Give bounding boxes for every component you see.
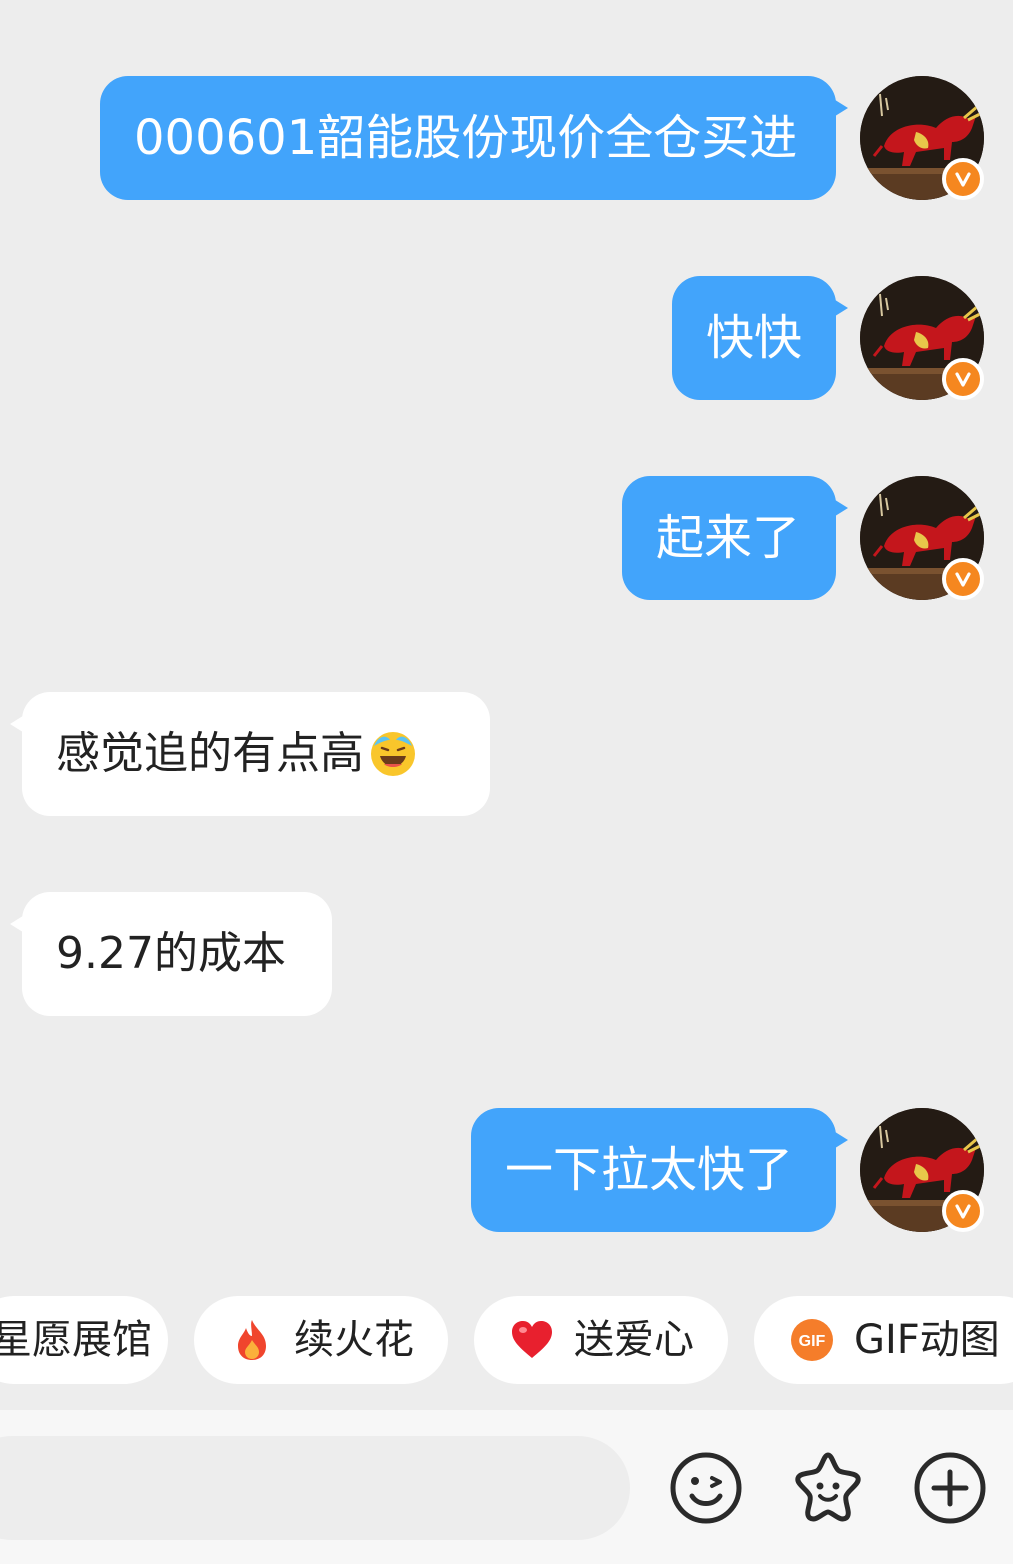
wish-gallery-chip[interactable]: 星愿展馆 xyxy=(0,1296,168,1384)
verified-badge-icon xyxy=(942,1190,984,1232)
outgoing-message[interactable]: 一下拉太快了 xyxy=(471,1108,848,1232)
verified-badge-icon xyxy=(942,558,984,600)
more-button[interactable] xyxy=(912,1450,988,1526)
chip-label: GIF动图 xyxy=(854,1317,1000,1363)
verified-badge-icon xyxy=(942,358,984,400)
outgoing-message[interactable]: 起来了 xyxy=(622,476,848,600)
fire-icon xyxy=(238,1320,266,1360)
message-text: 9.27的成本 xyxy=(56,928,286,979)
message-input[interactable] xyxy=(0,1436,630,1540)
outgoing-message[interactable]: 000601韶能股份现价全仓买进 xyxy=(100,76,848,200)
message-text: 一下拉太快了 xyxy=(505,1142,794,1198)
message-text: 000601韶能股份现价全仓买进 xyxy=(134,110,798,166)
incoming-message[interactable]: 9.27的成本 xyxy=(10,892,332,1016)
chip-label: 星愿展馆 xyxy=(0,1317,152,1363)
chip-label: 续火花 xyxy=(294,1317,414,1363)
gif-icon: GIF xyxy=(791,1319,833,1361)
send-heart-chip[interactable]: 送爱心 xyxy=(474,1296,728,1384)
avatar[interactable] xyxy=(860,76,984,200)
incoming-message[interactable]: 感觉追的有点高 xyxy=(10,692,490,816)
message-text: 起来了 xyxy=(656,510,801,566)
avatar[interactable] xyxy=(860,276,984,400)
continue-spark-chip[interactable]: 续火花 xyxy=(194,1296,448,1384)
message-text: 快快 xyxy=(706,310,803,366)
emoji-icon xyxy=(670,1452,742,1524)
emoji-button[interactable] xyxy=(668,1450,744,1526)
laughing-tears-emoji-icon xyxy=(371,732,415,776)
sticker-icon xyxy=(795,1452,861,1522)
heart-icon xyxy=(512,1321,552,1358)
chip-label: 送爱心 xyxy=(574,1317,694,1363)
gif-chip[interactable]: GIF GIF动图 xyxy=(754,1296,1013,1384)
quick-action-bar: 星愿展馆 续火花 送爱心 GIF GIF动图 xyxy=(0,1296,1013,1388)
svg-text:GIF: GIF xyxy=(799,1333,826,1350)
avatar[interactable] xyxy=(860,476,984,600)
input-bar xyxy=(0,1410,1013,1564)
avatar[interactable] xyxy=(860,1108,984,1232)
sticker-button[interactable] xyxy=(790,1450,866,1526)
message-text: 感觉追的有点高 xyxy=(56,728,364,779)
verified-badge-icon xyxy=(942,158,984,200)
plus-icon xyxy=(914,1452,986,1524)
outgoing-message[interactable]: 快快 xyxy=(672,276,848,400)
chat-area[interactable]: 000601韶能股份现价全仓买进 快快 起来了 感觉追的有点高 9.27的成本 … xyxy=(0,0,1013,1290)
